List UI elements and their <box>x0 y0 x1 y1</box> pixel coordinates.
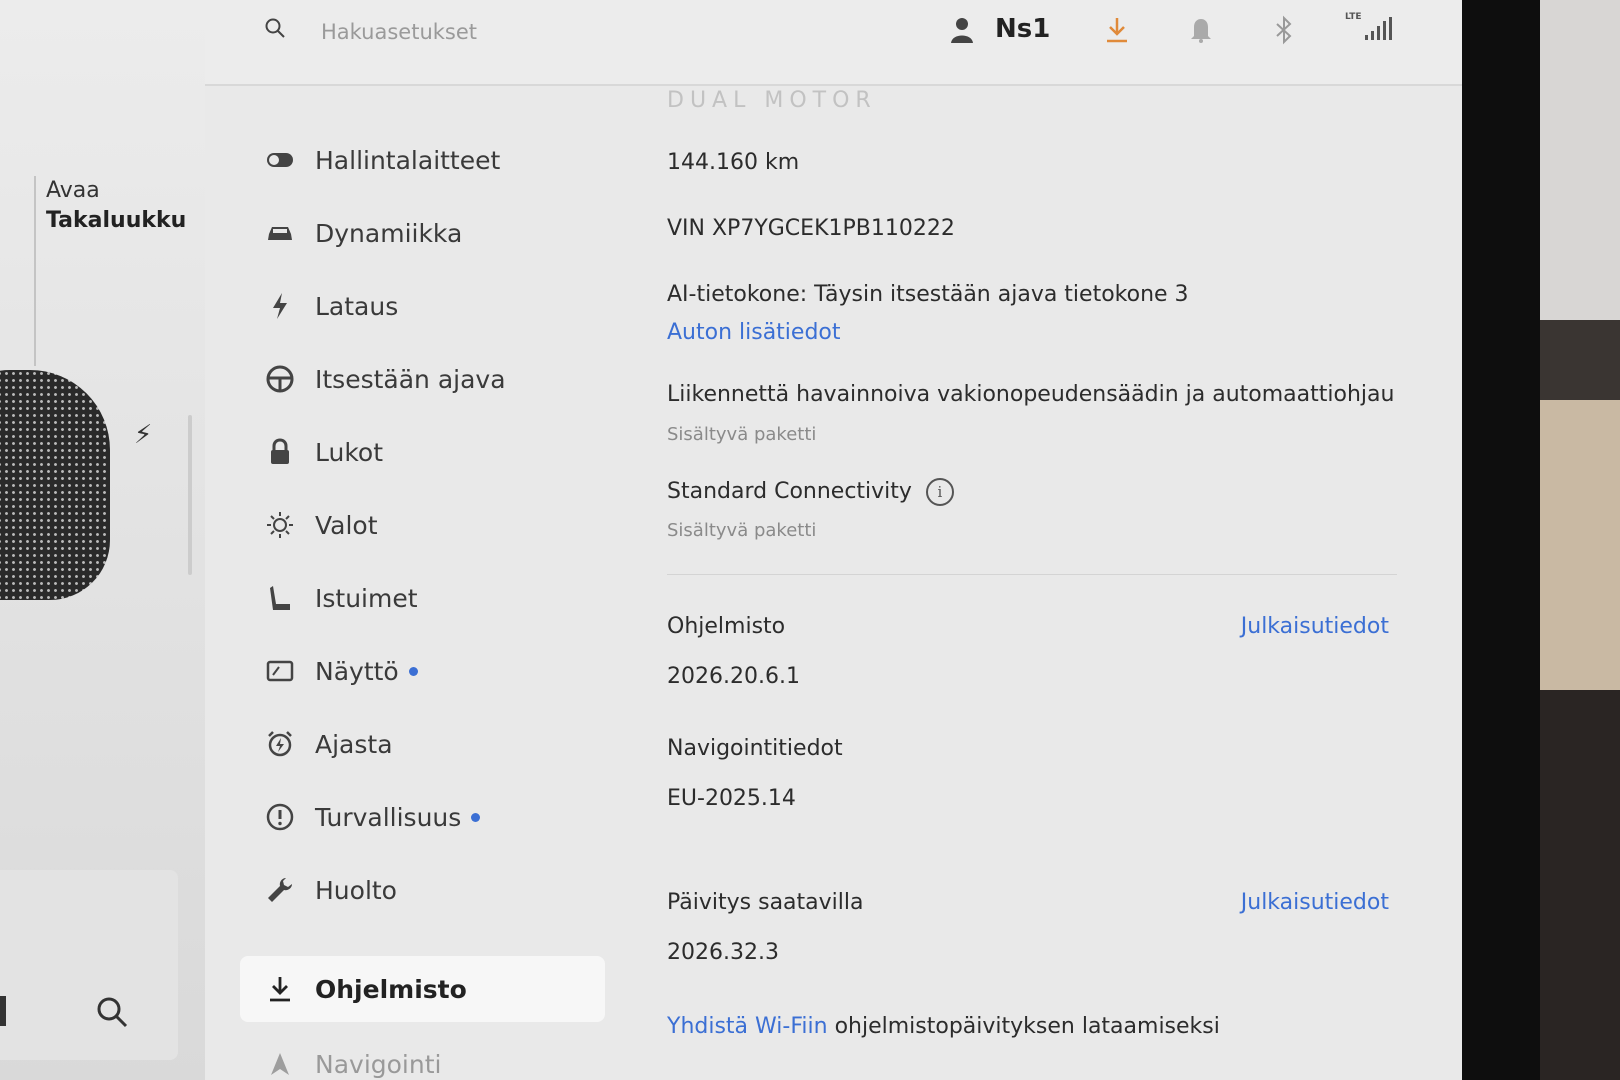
background-scene <box>1540 0 1620 1080</box>
software-version: 2026.20.6.1 <box>667 664 800 689</box>
nav-label: Valot <box>315 510 378 540</box>
nav-item-software[interactable]: Ohjelmisto <box>265 959 595 1019</box>
dock-edge-icon <box>0 996 6 1026</box>
bluetooth-icon[interactable] <box>1274 15 1294 45</box>
open-trunk-button[interactable]: Avaa Takaluukku <box>34 176 216 366</box>
lock-icon <box>265 437 295 467</box>
nav-item-dynamics[interactable]: Dynamiikka <box>265 203 595 263</box>
trunk-label-line2: Takaluukku <box>46 208 187 233</box>
update-release-notes-link[interactable]: Julkaisutiedot <box>1241 890 1389 915</box>
nav-label: Lukot <box>315 437 384 467</box>
nav-label: Huolto <box>315 875 397 905</box>
nav-item-autopilot[interactable]: Itsestään ajava <box>265 349 595 409</box>
bell-icon[interactable] <box>1190 17 1212 43</box>
nav-label: Lataus <box>315 291 399 321</box>
touchscreen: Avaa Takaluukku ⚡︎ Hakuasetukset Ns1 LTE… <box>0 0 1462 1080</box>
signal-strength-icon <box>1365 17 1392 40</box>
nav-label: Hallintalaitteet <box>315 145 501 175</box>
background-dark <box>1540 690 1620 1080</box>
nav-label: Ohjelmisto <box>315 974 467 1004</box>
settings-nav: Hallintalaitteet Dynamiikka Lataus Itses… <box>205 84 625 1080</box>
background-shelf <box>1540 400 1620 690</box>
car-icon <box>265 218 295 248</box>
profile-icon[interactable] <box>950 16 978 44</box>
display-icon <box>265 656 295 686</box>
search-icon[interactable] <box>265 18 285 38</box>
nav-label: Näyttö <box>315 656 399 686</box>
screen-bezel <box>1462 0 1540 1080</box>
toggle-icon <box>265 145 295 175</box>
autopilot-package-status: Sisältyvä paketti <box>667 424 817 445</box>
background-wall <box>1540 0 1620 320</box>
pane-resize-handle[interactable] <box>188 415 192 575</box>
connectivity-status: Sisältyvä paketti <box>667 520 817 541</box>
light-icon <box>265 510 295 540</box>
seat-icon <box>265 583 295 613</box>
nav-data-version: EU-2025.14 <box>667 786 796 811</box>
wifi-link[interactable]: Yhdistä Wi-Fiin <box>667 1014 828 1039</box>
notification-dot <box>408 666 418 676</box>
autopilot-package: Liikennettä havainnoiva vakionopeudensää… <box>667 382 1395 407</box>
top-bar: Hakuasetukset Ns1 LTE <box>205 0 1462 86</box>
trunk-label-line1: Avaa <box>46 178 100 203</box>
nav-label: Turvallisuus <box>315 802 462 832</box>
nav-label: Istuimet <box>315 583 418 613</box>
alarm-icon <box>265 729 295 759</box>
nav-item-locks[interactable]: Lukot <box>265 422 595 482</box>
profile-name[interactable]: Ns1 <box>995 14 1050 44</box>
bolt-icon <box>265 291 295 321</box>
info-icon[interactable]: i <box>925 478 954 506</box>
divider <box>667 574 1397 575</box>
download-icon <box>265 974 295 1004</box>
odometer: 144.160 km <box>667 150 800 175</box>
update-title: Päivitys saatavilla <box>667 890 864 915</box>
ai-computer: AI-tietokone: Täysin itsestään ajava tie… <box>667 282 1189 307</box>
nav-item-schedule[interactable]: Ajasta <box>265 714 595 774</box>
nav-data-title: Navigointitiedot <box>667 736 843 761</box>
nav-item-navigation[interactable]: Navigointi <box>265 1034 595 1080</box>
software-release-notes-link[interactable]: Julkaisutiedot <box>1241 614 1389 639</box>
alert-icon <box>265 802 295 832</box>
notification-dot <box>471 812 481 822</box>
nav-item-safety[interactable]: Turvallisuus <box>265 787 595 847</box>
nav-label: Itsestään ajava <box>315 364 506 394</box>
update-version: 2026.32.3 <box>667 940 779 965</box>
download-icon[interactable] <box>1105 16 1129 44</box>
wrench-icon <box>265 875 295 905</box>
vehicle-details-link[interactable]: Auton lisätiedot <box>667 320 841 345</box>
vin: VIN XP7YGCEK1PB110222 <box>667 216 955 241</box>
connectivity-row: Standard Connectivity i <box>667 478 954 506</box>
dock-search-icon[interactable] <box>95 995 129 1029</box>
car-pane: Avaa Takaluukku ⚡︎ <box>0 0 205 1080</box>
nav-item-controls[interactable]: Hallintalaitteet <box>265 130 595 190</box>
nav-item-charging[interactable]: Lataus <box>265 276 595 336</box>
connectivity-label: Standard Connectivity <box>667 479 912 504</box>
navigation-icon <box>265 1049 295 1079</box>
lte-label: LTE <box>1345 12 1362 22</box>
motor-label: DUAL MOTOR <box>667 88 877 113</box>
nav-item-lights[interactable]: Valot <box>265 495 595 555</box>
nav-item-seats[interactable]: Istuimet <box>265 568 595 628</box>
nav-label: Navigointi <box>315 1049 442 1079</box>
nav-item-display[interactable]: Näyttö <box>265 641 595 701</box>
car-image <box>0 370 110 600</box>
search-input[interactable]: Hakuasetukset <box>321 20 477 44</box>
wifi-prompt: Yhdistä Wi-Fiin ohjelmistopäivityksen la… <box>667 1014 1220 1039</box>
bottom-dock <box>0 870 178 1060</box>
software-details: DUAL MOTOR 144.160 km VIN XP7YGCEK1PB110… <box>667 84 1407 1080</box>
charge-port-bolt-icon[interactable]: ⚡︎ <box>134 420 152 450</box>
software-title: Ohjelmisto <box>667 614 786 639</box>
nav-label: Ajasta <box>315 729 393 759</box>
nav-item-service[interactable]: Huolto <box>265 860 595 920</box>
nav-label: Dynamiikka <box>315 218 463 248</box>
wifi-text: ohjelmistopäivityksen lataamiseksi <box>827 1014 1220 1039</box>
steering-wheel-icon <box>265 364 295 394</box>
